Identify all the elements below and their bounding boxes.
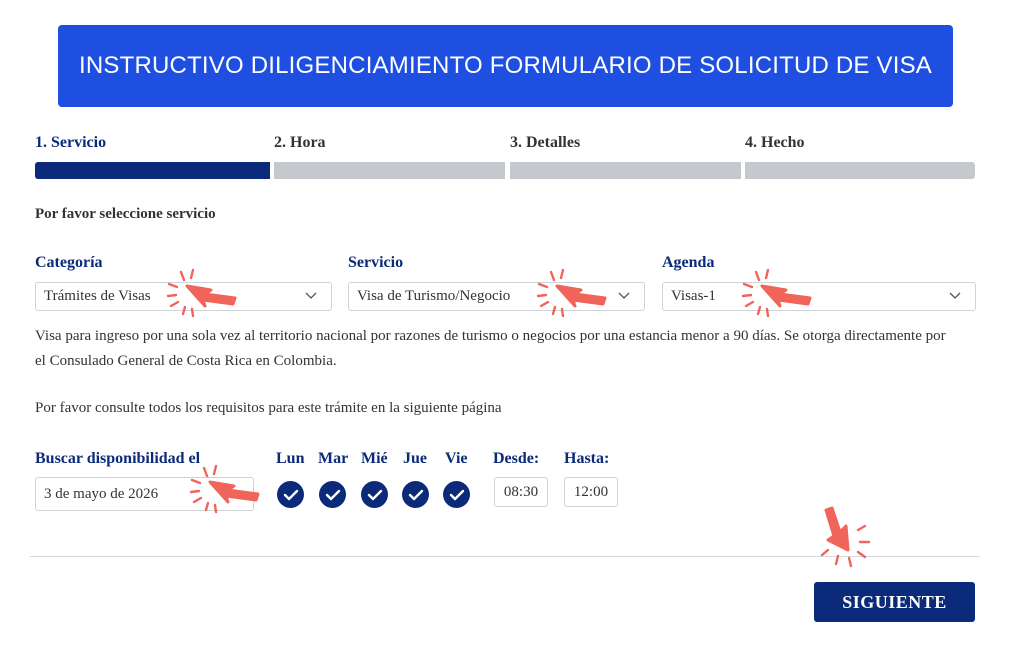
check-icon — [408, 489, 423, 500]
desde-label: Desde: — [493, 450, 540, 467]
day-label-vie: Vie — [445, 450, 468, 467]
click-pointer-icon — [820, 506, 871, 568]
day-label-mar: Mar — [318, 450, 349, 467]
check-icon — [325, 489, 340, 500]
chevron-down-icon — [305, 292, 317, 299]
categoria-label: Categoría — [35, 254, 103, 271]
categoria-value: Trámites de Visas — [44, 288, 151, 304]
day-label-jue: Jue — [403, 450, 427, 467]
day-label-mie: Mié — [361, 450, 388, 467]
page-title: INSTRUCTIVO DILIGENCIAMIENTO FORMULARIO … — [79, 52, 932, 79]
agenda-label: Agenda — [662, 254, 715, 271]
check-icon — [283, 489, 298, 500]
day-checkbox-lun[interactable] — [277, 481, 304, 508]
servicio-value: Visa de Turismo/Negocio — [357, 288, 511, 304]
header-banner: INSTRUCTIVO DILIGENCIAMIENTO FORMULARIO … — [58, 25, 953, 107]
step-bar-servicio — [35, 162, 270, 179]
hasta-value: 12:00 — [573, 483, 609, 500]
chevron-down-icon — [949, 292, 961, 299]
select-service-prompt: Por favor seleccione servicio — [35, 206, 216, 222]
step-bar-detalles — [510, 162, 741, 179]
hasta-label: Hasta: — [564, 450, 610, 467]
step-hora[interactable]: 2. Hora — [274, 134, 326, 152]
click-pointer-icon — [741, 268, 812, 318]
day-checkbox-mar[interactable] — [319, 481, 346, 508]
step-bar-hora — [274, 162, 505, 179]
next-button[interactable]: SIGUIENTE — [814, 582, 975, 622]
day-checkbox-mie[interactable] — [361, 481, 388, 508]
click-pointer-icon — [166, 268, 237, 318]
check-icon — [449, 489, 464, 500]
day-checkbox-jue[interactable] — [402, 481, 429, 508]
desde-time-input[interactable]: 08:30 — [494, 477, 548, 507]
step-bar-hecho — [745, 162, 975, 179]
check-icon — [367, 489, 382, 500]
step-hecho[interactable]: 4. Hecho — [745, 134, 805, 152]
click-pointer-icon — [189, 464, 260, 514]
day-checkbox-vie[interactable] — [443, 481, 470, 508]
service-description: Visa para ingreso por una sola vez al te… — [35, 328, 946, 369]
agenda-select[interactable]: Visas-1 — [662, 282, 976, 311]
day-label-lun: Lun — [276, 450, 305, 467]
date-value: 3 de mayo de 2026 — [44, 485, 159, 502]
chevron-down-icon — [618, 292, 630, 299]
requirements-note: Por favor consulte todos los requisitos … — [35, 400, 502, 416]
availability-label: Buscar disponibilidad el — [35, 450, 201, 467]
step-servicio[interactable]: 1. Servicio — [35, 134, 106, 152]
hasta-time-input[interactable]: 12:00 — [564, 477, 618, 507]
agenda-value: Visas-1 — [671, 288, 716, 304]
click-pointer-icon — [536, 268, 607, 318]
step-detalles[interactable]: 3. Detalles — [510, 134, 580, 152]
servicio-label: Servicio — [348, 254, 404, 271]
desde-value: 08:30 — [503, 483, 539, 500]
